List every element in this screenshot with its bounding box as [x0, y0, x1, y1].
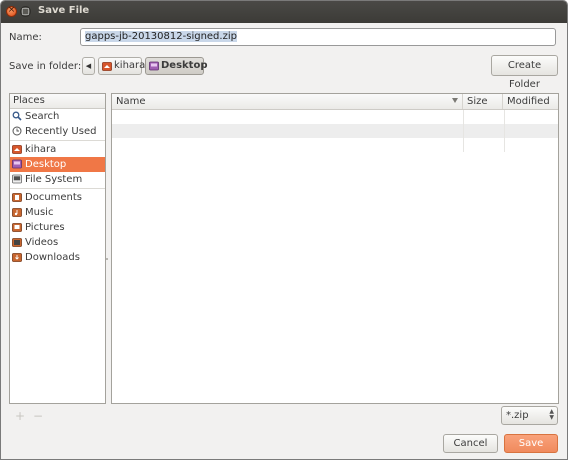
- places-header: Places: [10, 94, 105, 109]
- table-row[interactable]: [112, 124, 558, 138]
- filter-value: *.zip: [506, 410, 529, 421]
- table-cell: [463, 110, 505, 124]
- path-crumb-label: kihara: [114, 60, 146, 71]
- column-header-modified[interactable]: Modified: [503, 94, 559, 109]
- place-label: Recently Used: [25, 126, 97, 137]
- place-label: Pictures: [25, 222, 65, 233]
- place-videos[interactable]: Videos: [10, 235, 105, 250]
- column-header-label: Name: [116, 96, 146, 107]
- column-header-size[interactable]: Size: [463, 94, 503, 109]
- place-search[interactable]: Search: [10, 109, 105, 124]
- path-crumb-kihara[interactable]: kihara: [98, 57, 146, 77]
- filename-input[interactable]: gapps-jb-20130812-signed.zip: [80, 28, 556, 46]
- sidebar-resize-handle[interactable]: [106, 258, 108, 260]
- path-crumb-desktop[interactable]: Desktop: [145, 57, 208, 77]
- place-label: Videos: [25, 237, 59, 248]
- sort-down-icon: [452, 98, 458, 103]
- file-list-header: Name Size Modified: [112, 94, 558, 110]
- filename-value: gapps-jb-20130812-signed.zip: [85, 31, 237, 42]
- place-label: Documents: [25, 192, 83, 203]
- place-label: Search: [25, 111, 60, 122]
- table-cell: [463, 124, 505, 138]
- table-cell: [463, 138, 505, 152]
- close-button[interactable]: ×: [6, 5, 17, 17]
- place-kihara[interactable]: kihara: [10, 142, 105, 157]
- place-file-system[interactable]: File System: [10, 172, 105, 187]
- file-filter-select[interactable]: *.zip ▲ ▼: [501, 406, 558, 425]
- column-header-name[interactable]: Name: [112, 94, 463, 109]
- file-list: Name Size Modified: [111, 93, 559, 404]
- place-label: Desktop: [25, 159, 67, 170]
- home-folder-icon: [102, 61, 112, 77]
- save-button[interactable]: Save: [504, 434, 558, 453]
- place-pictures[interactable]: Pictures: [10, 220, 105, 235]
- spinner-arrows-icon: ▲ ▼: [549, 408, 554, 421]
- places-sidebar: Places Search Recently Used kihara Deskt…: [9, 93, 108, 404]
- save-file-dialog: × Save File Name: gapps-jb-20130812-sign…: [0, 0, 568, 460]
- place-label: File System: [25, 174, 83, 185]
- column-header-label: Modified: [507, 96, 550, 107]
- places-separator: [10, 140, 105, 141]
- title-bar: × Save File: [1, 1, 567, 23]
- save-in-folder-label: Save in folder:: [9, 61, 82, 72]
- window-title: Save File: [38, 5, 90, 16]
- place-label: Music: [25, 207, 54, 218]
- minimize-icon: [22, 8, 29, 15]
- column-header-label: Size: [467, 96, 488, 107]
- path-back-button[interactable]: ◀: [82, 57, 95, 75]
- place-music[interactable]: Music: [10, 205, 105, 220]
- place-recently-used[interactable]: Recently Used: [10, 124, 105, 139]
- table-row[interactable]: [112, 110, 558, 124]
- recent-icon: [12, 126, 22, 141]
- place-desktop[interactable]: Desktop: [10, 157, 105, 172]
- close-icon: ×: [7, 5, 16, 15]
- desktop-folder-icon: [149, 61, 159, 77]
- drive-icon: [12, 174, 22, 189]
- place-label: kihara: [25, 144, 57, 155]
- downloads-folder-icon: [12, 252, 22, 267]
- cancel-button[interactable]: Cancel: [443, 434, 498, 453]
- place-documents[interactable]: Documents: [10, 190, 105, 205]
- minimize-button[interactable]: [20, 6, 31, 17]
- add-bookmark-button[interactable]: +: [15, 409, 25, 423]
- table-row[interactable]: [112, 138, 558, 152]
- remove-bookmark-button[interactable]: −: [33, 409, 43, 423]
- place-downloads[interactable]: Downloads: [10, 250, 105, 265]
- create-folder-button[interactable]: Create Folder: [491, 55, 558, 90]
- name-label: Name:: [9, 32, 42, 43]
- place-label: Downloads: [25, 252, 80, 263]
- path-crumb-label: Desktop: [161, 60, 208, 71]
- back-arrow-icon: ◀: [85, 62, 92, 70]
- places-separator: [10, 188, 105, 189]
